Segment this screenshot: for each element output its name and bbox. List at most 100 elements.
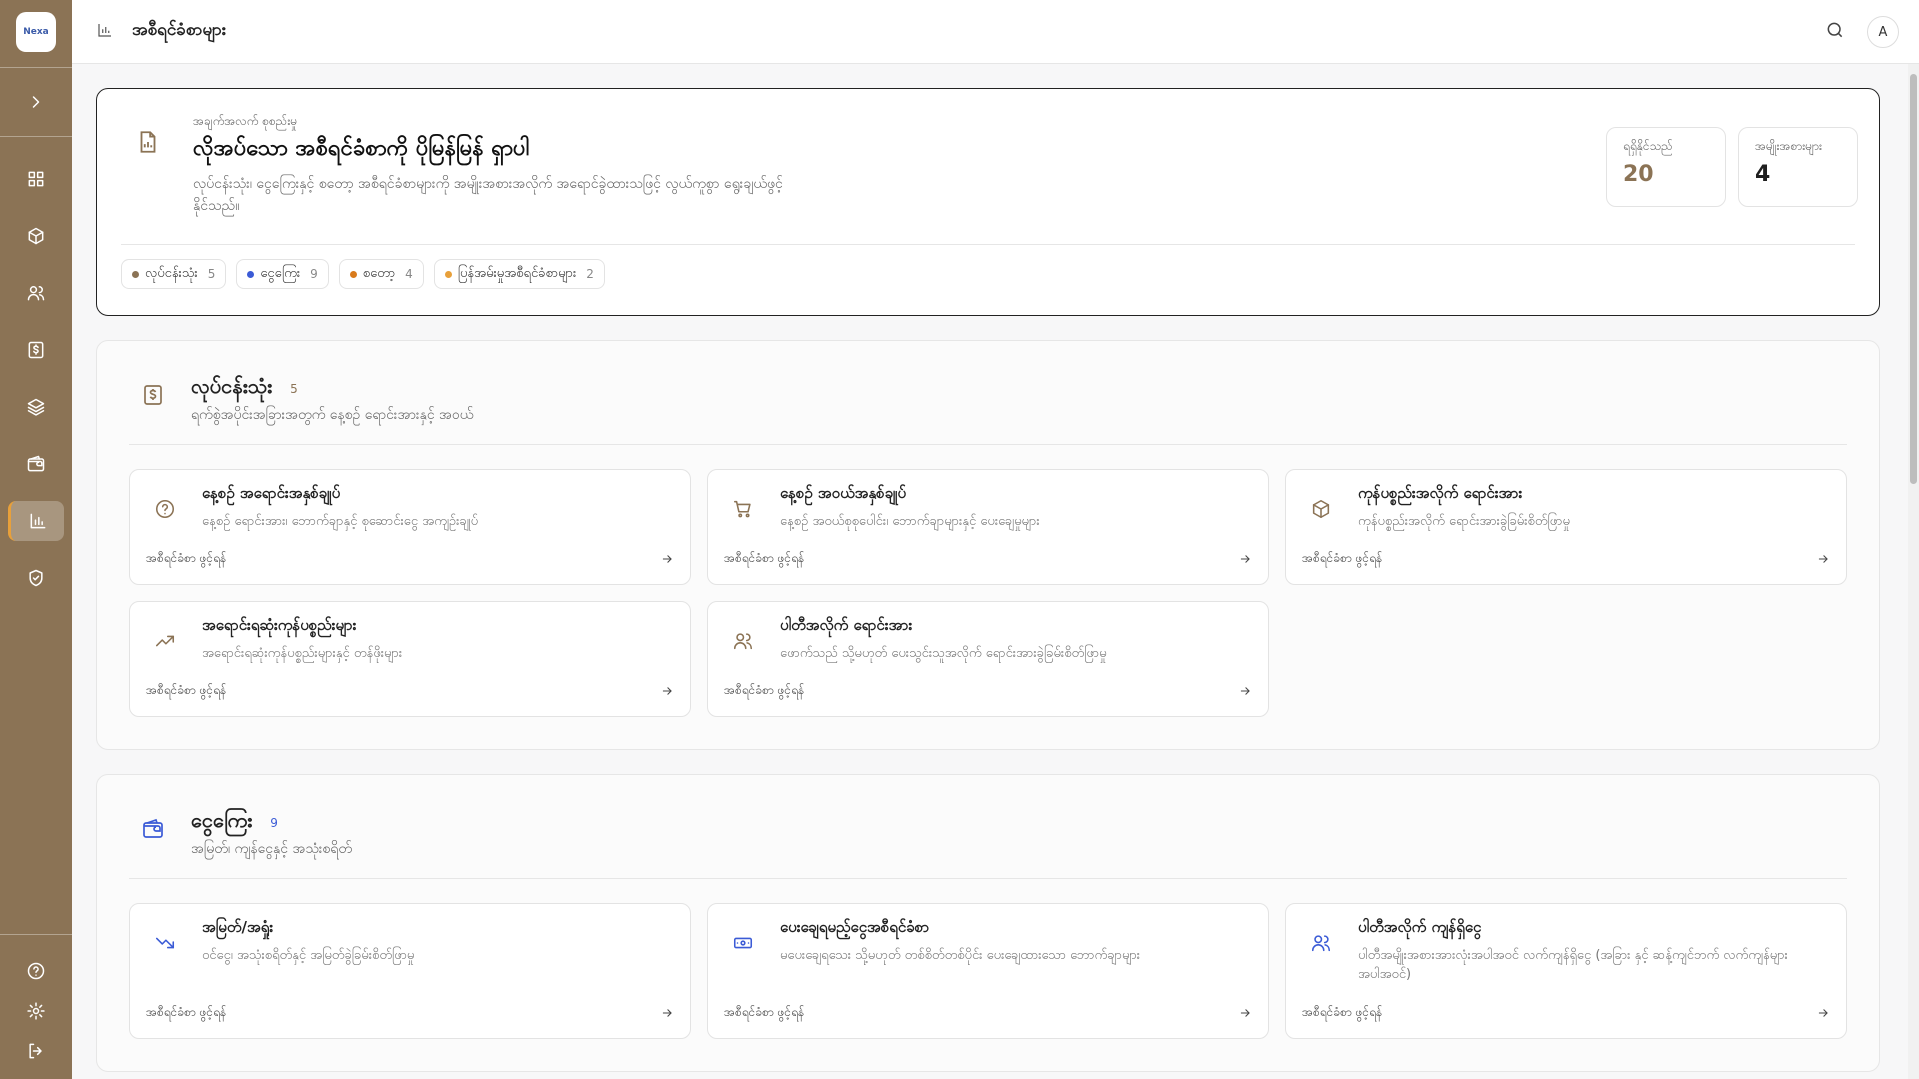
report-card[interactable]: ပါတီအလိုက် ရောင်းအား ဖောက်သည် သို့မဟုတ် … — [707, 601, 1269, 717]
settings-button[interactable] — [0, 991, 72, 1031]
chip-finance[interactable]: ငွေကြေး 9 — [236, 259, 329, 289]
gear-icon — [27, 1002, 45, 1020]
sidebar-item-dashboard[interactable] — [8, 159, 64, 199]
open-report-link[interactable]: အစီရင်ခံစာ ဖွင့်ရန် — [724, 1004, 804, 1022]
banknote-icon — [732, 932, 754, 958]
arrow-right-icon[interactable] — [660, 551, 674, 570]
section-count: 9 — [270, 816, 278, 830]
chip-stock[interactable]: စတော့ 4 — [338, 259, 424, 289]
card-title: ပါတီအလိုက် ကျန်ရှိငွေ — [1358, 918, 1482, 936]
sidebar-item-inventory[interactable] — [8, 387, 64, 427]
sidebar-expand-button[interactable] — [0, 68, 72, 136]
section-header: ငွေကြေး 9 အမြတ်၊ ကျန်ငွေနှင့် အသုံးစရိတ် — [129, 775, 1847, 879]
report-card-grid: နေ့စဉ် အရောင်းအနှစ်ချုပ် နေ့စဉ် ရောင်းအာ… — [129, 469, 1847, 717]
sidebar-item-contacts[interactable] — [8, 273, 64, 313]
sidebar-item-wallet[interactable] — [8, 444, 64, 484]
card-description: ဝင်ငွေ၊ အသုံးစရိတ်နှင့် အမြတ်ခွဲခြမ်းစိတ… — [202, 948, 415, 963]
card-description: ပါတီအမျိုးအစားအားလုံးအပါအဝင် လက်ကျန်ရှိင… — [1358, 948, 1788, 982]
page-scrollbar[interactable] — [1908, 64, 1919, 1079]
chart-icon — [30, 513, 45, 529]
help-icon — [27, 962, 45, 980]
card-title: အမြတ်/အရှုံး — [202, 918, 274, 936]
logout-icon — [29, 1043, 42, 1059]
chip-dot — [444, 270, 452, 278]
dashboard-icon — [28, 171, 44, 187]
report-card[interactable]: နေ့စဉ် အရောင်းအနှစ်ချုပ် နေ့စဉ် ရောင်းအာ… — [129, 469, 691, 585]
cart-icon — [732, 498, 754, 524]
sidebar-item-products[interactable] — [8, 216, 64, 256]
report-file-icon — [135, 129, 161, 159]
card-description: ကုန်ပစ္စည်းအလိုက် ရောင်းအားခွဲခြမ်းစိတ်ဖ… — [1358, 514, 1570, 529]
stat-categories: အမျိုးအစားများ 4 — [1738, 127, 1858, 207]
card-title: ကုန်ပစ္စည်းအလိုက် ရောင်းအား — [1358, 484, 1523, 502]
section-business: လုပ်ငန်းသုံး 5 ရက်စွဲအပိုင်းအခြားအတွက် နေ… — [96, 340, 1880, 750]
chip-dot — [349, 270, 357, 278]
report-card[interactable]: နေ့စဉ် အဝယ်အနှစ်ချုပ် နေ့စဉ် အဝယ်စုစုပေါ… — [707, 469, 1269, 585]
report-card[interactable]: အရောင်းရဆုံးကုန်ပစ္စည်းများ အရောင်းရဆုံး… — [129, 601, 691, 717]
open-report-link[interactable]: အစီရင်ခံစာ ဖွင့်ရန် — [724, 682, 804, 700]
app-logo[interactable]: Nexa — [16, 12, 56, 52]
arrow-right-icon[interactable] — [1238, 551, 1252, 570]
trending-down-icon — [154, 932, 176, 958]
arrow-right-icon[interactable] — [660, 1005, 674, 1024]
report-card[interactable]: အမြတ်/အရှုံး ဝင်ငွေ၊ အသုံးစရိတ်နှင့် အမြ… — [129, 903, 691, 1039]
logout-button[interactable] — [0, 1031, 72, 1071]
sidebar-divider — [0, 934, 72, 935]
section-title: လုပ်ငန်းသုံး 5 — [191, 373, 298, 403]
stat-label: အမျိုးအစားများ — [1755, 139, 1823, 153]
section-title: ငွေကြေး 9 — [191, 807, 278, 837]
arrow-right-icon[interactable] — [1238, 683, 1252, 702]
card-description: မပေးချေရသေး သို့မဟုတ် တစ်စိတ်တစ်ပိုင်း ပ… — [780, 948, 1141, 963]
open-report-link[interactable]: အစီရင်ခံစာ ဖွင့်ရန် — [1302, 550, 1382, 568]
report-card[interactable]: ကုန်ပစ္စည်းအလိုက် ရောင်းအား ကုန်ပစ္စည်းအ… — [1285, 469, 1847, 585]
chip-label: ငွေကြေး — [260, 265, 301, 281]
users-icon — [732, 630, 754, 656]
users-icon — [1310, 932, 1332, 958]
sidebar-item-security[interactable] — [8, 558, 64, 598]
card-description: ဖောက်သည် သို့မဟုတ် ပေးသွင်းသူအလိုက် ရောင… — [780, 646, 1107, 661]
arrow-right-icon[interactable] — [1816, 1005, 1830, 1024]
open-report-link[interactable]: အစီရင်ခံစာ ဖွင့်ရန် — [1302, 1004, 1382, 1022]
arrow-right-icon[interactable] — [1816, 551, 1830, 570]
open-report-link[interactable]: အစီရင်ခံစာ ဖွင့်ရန် — [146, 1004, 226, 1022]
layers-icon — [27, 398, 45, 416]
wallet-icon — [141, 817, 165, 845]
section-header: လုပ်ငန်းသုံး 5 ရက်စွဲအပိုင်းအခြားအတွက် နေ… — [129, 341, 1847, 445]
avatar[interactable]: A — [1867, 16, 1899, 48]
report-card[interactable]: ပေးချေရမည့်ငွေအစီရင်ခံစာ မပေးချေရသေး သို… — [707, 903, 1269, 1039]
chip-count: 9 — [310, 267, 318, 281]
section-finance: ငွေကြေး 9 အမြတ်၊ ကျန်ငွေနှင့် အသုံးစရိတ် … — [96, 774, 1880, 1072]
trending-up-icon — [154, 630, 176, 656]
chip-count: 2 — [586, 267, 594, 281]
stat-label: ရရှိနိုင်သည် — [1623, 139, 1673, 153]
hero-title: လိုအပ်သော အစီရင်ခံစာကို ပိုမြန်မြန် ရှာပ… — [193, 136, 530, 161]
open-report-link[interactable]: အစီရင်ခံစာ ဖွင့်ရန် — [146, 682, 226, 700]
top-bar-actions: A — [1825, 16, 1899, 48]
chip-count: 5 — [207, 267, 216, 281]
section-description: အမြတ်၊ ကျန်ငွေနှင့် အသုံးစရိတ် — [191, 841, 352, 857]
sidebar-item-sales[interactable] — [8, 330, 64, 370]
open-report-link[interactable]: အစီရင်ခံစာ ဖွင့်ရန် — [146, 550, 226, 568]
chip-business[interactable]: လုပ်ငန်းသုံး 5 — [121, 259, 227, 289]
arrow-right-icon[interactable] — [1238, 1005, 1252, 1024]
arrow-right-icon[interactable] — [660, 683, 674, 702]
chip-label: ပြန်အမ်းမှုအစီရင်ခံစာများ — [457, 265, 577, 281]
chip-label: စတော့ — [362, 265, 396, 281]
card-description: အရောင်းရဆုံးကုန်ပစ္စည်းများနှင့် တန်ဖိုး… — [202, 646, 403, 661]
search-button[interactable] — [1825, 20, 1845, 44]
report-card[interactable]: ပါတီအလိုက် ကျန်ရှိငွေ ပါတီအမျိုးအစားအားလ… — [1285, 903, 1847, 1039]
chip-refund[interactable]: ပြန်အမ်းမှုအစီရင်ခံစာများ 2 — [433, 259, 605, 289]
card-description: နေ့စဉ် ရောင်းအား၊ ဘောက်ချာနှင့် စုဆောင်း… — [202, 514, 479, 529]
sidebar-item-reports[interactable] — [8, 501, 64, 541]
wallet-icon — [27, 455, 45, 472]
category-chips: လုပ်ငန်းသုံး 5 ငွေကြေး 9 စတော့ 4 ပြန်အမ်… — [121, 259, 605, 289]
sidebar-divider — [0, 136, 72, 137]
hero-eyebrow: အချက်အလက် စုစည်းမှု — [193, 114, 298, 128]
box-icon — [1310, 498, 1332, 524]
chip-label: လုပ်ငန်းသုံး — [145, 265, 198, 281]
scrollbar-thumb[interactable] — [1910, 74, 1917, 484]
open-report-link[interactable]: အစီရင်ခံစာ ဖွင့်ရန် — [724, 550, 804, 568]
card-description: နေ့စဉ် အဝယ်စုစုပေါင်း၊ ဘောက်ချာများနှင့်… — [780, 514, 1040, 529]
help-button[interactable] — [0, 951, 72, 991]
page-title: အစီရင်ခံစာများ — [132, 20, 227, 40]
